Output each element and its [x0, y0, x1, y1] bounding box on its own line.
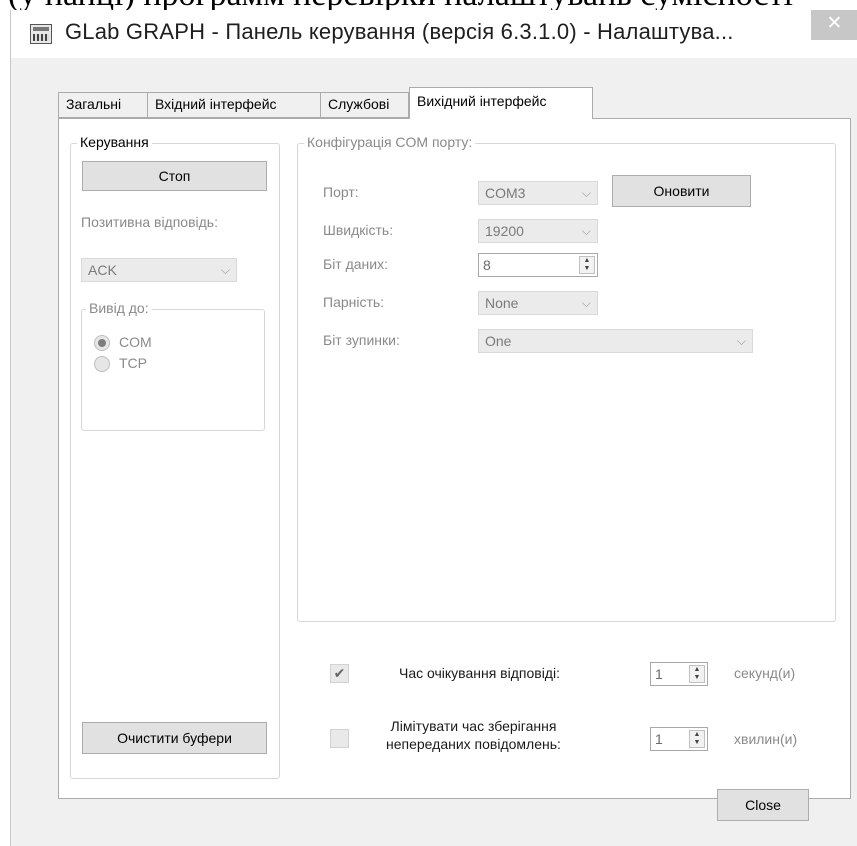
positive-response-value: ACK — [88, 262, 117, 278]
response-timeout-spinner[interactable]: 1 ▲ ▼ — [650, 662, 708, 686]
port-value: COM3 — [485, 185, 526, 201]
radio-tcp-label: TCP — [119, 355, 147, 371]
parity-value: None — [485, 295, 519, 311]
positive-response-label: Позитивна відповідь: — [81, 214, 218, 230]
port-select[interactable]: COM3 ⌵ — [478, 181, 598, 205]
title-bar[interactable]: GLab GRAPH - Панель керування (версія 6.… — [11, 10, 857, 58]
parity-label: Парність: — [323, 294, 385, 310]
limit-storage-label-line2: непереданих повідомлень: — [386, 736, 561, 752]
output-target-legend: Вивід до: — [86, 300, 152, 316]
close-button[interactable]: Close — [717, 789, 809, 821]
parity-select[interactable]: None ⌵ — [478, 291, 598, 315]
chevron-down-icon: ⌵ — [736, 334, 746, 348]
port-label: Порт: — [323, 184, 359, 200]
limit-storage-value: 1 — [655, 731, 663, 747]
speed-value: 19200 — [485, 223, 524, 239]
spinner-arrows-icon[interactable]: ▲ ▼ — [579, 256, 595, 274]
radio-com-label: COM — [119, 334, 152, 350]
tab-output-interface[interactable]: Вихідний інтерфейс — [409, 87, 593, 119]
response-timeout-value: 1 — [655, 666, 663, 682]
refresh-ports-button[interactable]: Оновити — [612, 175, 751, 207]
spinner-arrows-icon[interactable]: ▲ ▼ — [689, 665, 705, 683]
com-config-legend: Конфігурація COM порту: — [304, 134, 476, 150]
tab-input-interface[interactable]: Вхідний інтерфейс — [147, 92, 321, 118]
settings-window: GLab GRAPH - Панель керування (версія 6.… — [10, 10, 857, 846]
spinner-arrows-icon[interactable]: ▲ ▼ — [689, 730, 705, 748]
window-title: GLab GRAPH - Панель керування (версія 6.… — [65, 19, 734, 44]
speed-label: Швидкість: — [323, 222, 394, 238]
radio-tcp[interactable] — [94, 356, 110, 372]
chevron-down-icon: ⌵ — [220, 263, 230, 277]
limit-storage-label-line1: Лімітувати час зберігання — [390, 718, 557, 734]
stop-bits-select[interactable]: One ⌵ — [478, 329, 753, 353]
positive-response-select[interactable]: ACK ⌵ — [81, 258, 237, 282]
data-bits-label: Біт даних: — [323, 256, 388, 272]
control-group-legend: Керування — [77, 134, 152, 150]
tab-general[interactable]: Загальні — [58, 92, 148, 118]
chevron-down-icon: ⌵ — [581, 224, 591, 238]
tab-service[interactable]: Службові — [320, 92, 409, 118]
limit-storage-label: Лімітувати час зберігання непереданих по… — [386, 717, 561, 753]
app-icon — [30, 24, 52, 44]
stop-bits-value: One — [485, 333, 512, 349]
close-window-button[interactable]: ✕ — [811, 10, 857, 40]
limit-storage-unit: хвилин(и) — [734, 731, 798, 747]
data-bits-spinner[interactable]: 8 ▲ ▼ — [478, 253, 598, 277]
response-timeout-checkbox[interactable]: ✔ — [330, 664, 349, 683]
response-timeout-label: Час очікування відповіді: — [399, 665, 560, 681]
response-timeout-unit: секунд(и) — [734, 665, 796, 681]
data-bits-value: 8 — [483, 257, 491, 273]
stop-bits-label: Біт зупинки: — [323, 332, 400, 348]
chevron-down-icon: ⌵ — [581, 296, 591, 310]
stop-button[interactable]: Стоп — [82, 161, 267, 191]
chevron-down-icon: ⌵ — [581, 186, 591, 200]
control-group: Керування Стоп Позитивна відповідь: ACK … — [70, 134, 280, 779]
speed-select[interactable]: 19200 ⌵ — [478, 219, 598, 243]
limit-storage-checkbox[interactable] — [330, 729, 349, 748]
limit-storage-spinner[interactable]: 1 ▲ ▼ — [650, 727, 708, 751]
clear-buffers-button[interactable]: Очистити буфери — [82, 722, 267, 754]
output-target-group: Вивід до: COM TCP — [81, 300, 265, 431]
com-config-group: Конфігурація COM порту: Порт: COM3 ⌵ Оно… — [297, 134, 836, 622]
output-interface-panel: Керування Стоп Позитивна відповідь: ACK … — [58, 118, 851, 799]
radio-com[interactable] — [94, 335, 110, 351]
